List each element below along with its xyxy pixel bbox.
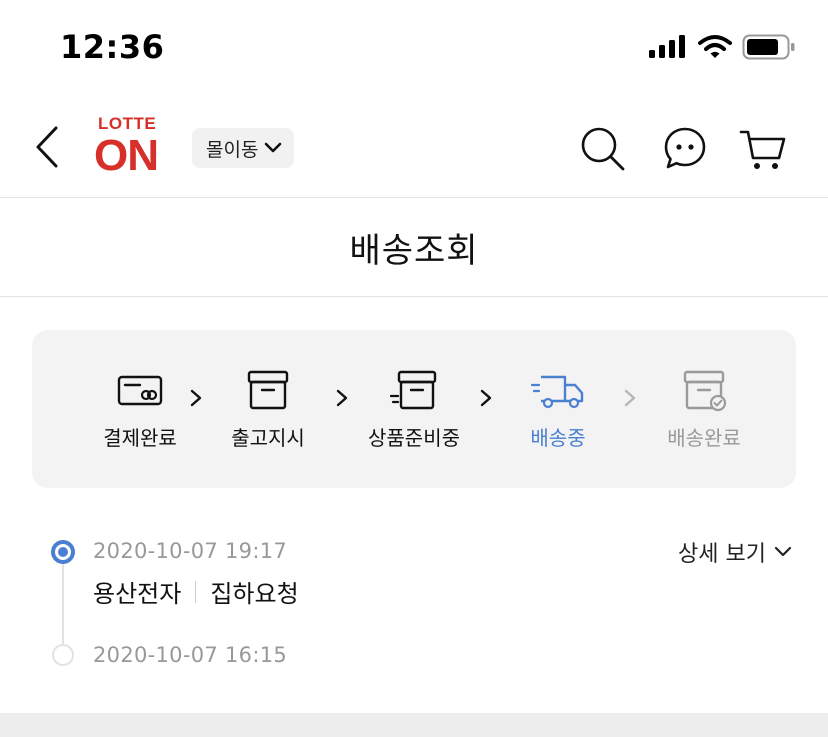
delivery-steps: 결제완료 출고지시 상품준비중 배송중 배송완료 — [32, 330, 796, 488]
event-time: 2020-10-07 19:17 — [93, 539, 288, 563]
step-label: 상품준비중 — [368, 426, 460, 450]
step-release-order: 출고지시 — [198, 368, 338, 451]
chat-icon[interactable] — [660, 124, 710, 174]
status-bar: 12:36 — [0, 0, 828, 100]
section-divider — [0, 713, 828, 737]
mall-move-dropdown[interactable]: 몰이동 — [192, 128, 295, 168]
event-detail: 용산전자 집하요청 — [93, 574, 299, 609]
step-payment-complete: 결제완료 — [70, 368, 210, 451]
signal-icon — [649, 35, 685, 58]
card-icon — [117, 375, 163, 406]
detail-view-label: 상세 보기 — [678, 542, 766, 567]
chevron-down-icon — [774, 546, 792, 557]
divider — [195, 580, 197, 603]
back-arrow-icon[interactable] — [28, 122, 68, 172]
chevron-down-icon — [265, 142, 282, 153]
logo-main-text: ON — [94, 131, 159, 180]
step-in-delivery: 배송중 — [488, 368, 628, 451]
box-icon — [247, 370, 289, 410]
page-title-bar: 배송조회 — [0, 198, 828, 297]
event-status: 집하요청 — [210, 580, 299, 608]
timeline-dot-past — [52, 644, 74, 666]
lotte-on-logo[interactable]: LOTTE ON — [94, 114, 170, 180]
nav-bar: LOTTE ON 몰이동 — [0, 100, 828, 198]
mall-move-label: 몰이동 — [206, 138, 259, 161]
wifi-icon — [698, 35, 732, 58]
tracking-timeline: 2020-10-07 19:17 용산전자 집하요청 2020-10-07 16… — [0, 520, 828, 710]
detail-view-toggle[interactable]: 상세 보기 — [678, 536, 792, 568]
cart-icon[interactable] — [738, 124, 788, 174]
battery-icon — [742, 34, 795, 60]
step-label: 결제완료 — [103, 426, 177, 450]
search-icon[interactable] — [578, 124, 628, 174]
step-label: 배송중 — [530, 426, 586, 450]
step-delivered: 배송완료 — [634, 368, 774, 451]
step-label: 출고지시 — [231, 426, 305, 450]
page-title: 배송조회 — [349, 230, 479, 271]
box-moving-icon — [390, 370, 437, 410]
event-location: 용산전자 — [93, 580, 182, 608]
status-icons — [648, 34, 796, 60]
event-time: 2020-10-07 16:15 — [93, 643, 288, 667]
truck-icon — [531, 375, 584, 409]
step-label: 배송완료 — [667, 426, 741, 450]
step-preparing: 상품준비중 — [344, 368, 484, 451]
timeline-dot-current — [51, 540, 75, 564]
status-time: 12:36 — [60, 28, 165, 66]
timeline-line — [62, 552, 64, 654]
box-check-icon — [683, 370, 727, 412]
